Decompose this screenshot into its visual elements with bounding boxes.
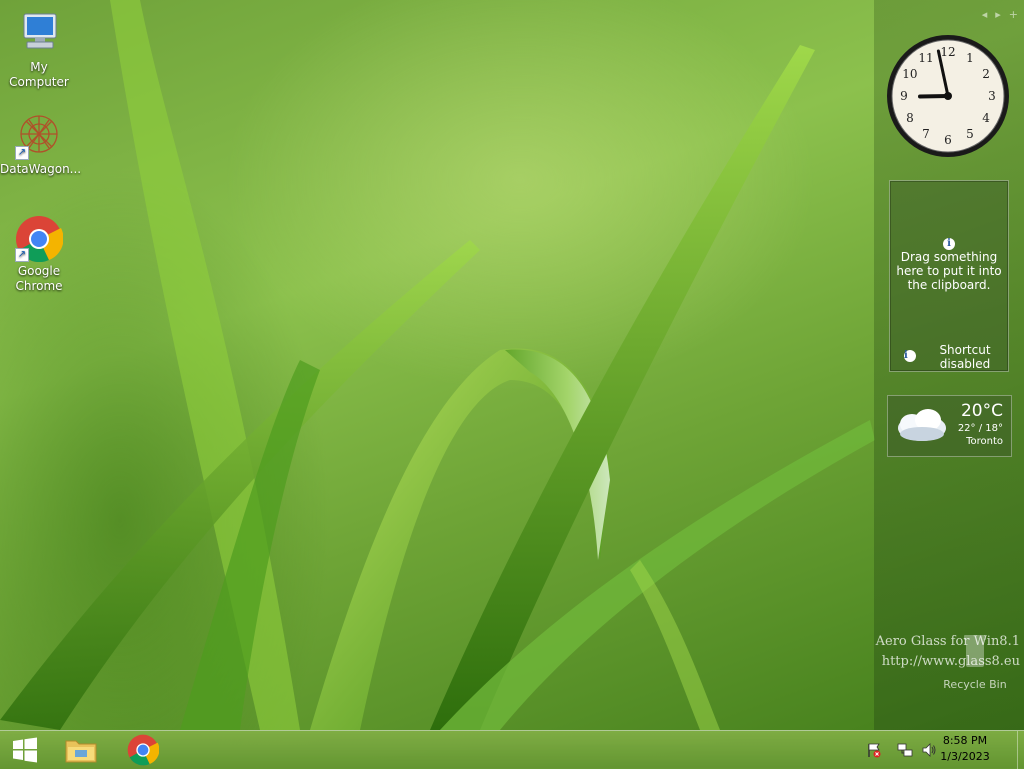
desktop-icon-label: Google Chrome: [15, 264, 63, 293]
clock-numeral: 12: [940, 45, 955, 59]
desktop-icon-datawagon[interactable]: ↗ DataWagon...: [0, 112, 82, 177]
taskbar-date: 1/3/2023: [940, 750, 990, 763]
clock-numeral: 9: [900, 89, 908, 103]
taskbar-time: 8:58 PM: [942, 734, 988, 747]
chrome-icon: ↗: [15, 214, 64, 263]
network-icon[interactable]: [897, 742, 913, 758]
start-button[interactable]: [0, 731, 50, 769]
desktop-icon-recycle-bin[interactable]: Recycle Bin: [940, 633, 1010, 691]
next-page-icon[interactable]: ▸: [995, 8, 1001, 21]
clock-numeral: 10: [902, 67, 917, 81]
clock-numeral: 1: [966, 51, 974, 65]
desktop-icon-label: My Computer: [9, 60, 69, 89]
weather-city: Toronto: [966, 436, 1003, 447]
cloudy-weather-icon: [898, 409, 946, 441]
chrome-icon: [127, 734, 159, 766]
shortcut-status: Shortcut disabled: [939, 343, 991, 371]
computer-icon: [15, 10, 63, 58]
sidebar-controls: ◂ ▸ +: [974, 8, 1018, 21]
prev-page-icon[interactable]: ◂: [982, 8, 988, 21]
clock-numeral: 6: [944, 133, 952, 147]
taskbar-google-chrome[interactable]: [118, 731, 168, 769]
clock-numeral: 2: [982, 67, 990, 81]
clock-gadget[interactable]: 1234567891011 12: [886, 34, 1010, 158]
clock-numeral: 11: [918, 51, 933, 65]
info-icon: i: [943, 238, 955, 250]
desktop-icon-google-chrome[interactable]: ↗ Google Chrome: [0, 214, 78, 294]
taskbar: 8:58 PM 1/3/2023: [0, 730, 1024, 769]
desktop-wallpaper: [0, 0, 875, 730]
show-desktop-button[interactable]: [1017, 731, 1024, 769]
taskbar-file-explorer[interactable]: [56, 731, 106, 769]
clock-hour-hand: [918, 94, 950, 99]
recycle-bin-label: Recycle Bin: [943, 678, 1007, 691]
windows-logo-icon: [13, 737, 37, 763]
shortcut-arrow-icon: ↗: [15, 146, 29, 160]
clock-numeral: 3: [988, 89, 996, 103]
weather-range: 22° / 18°: [957, 423, 1003, 434]
folder-icon: [65, 740, 97, 763]
recycle-bin-icon: [964, 635, 986, 667]
shortcut-arrow-icon: ↗: [15, 248, 29, 262]
clipboard-message: Drag something here to put it into the c…: [896, 250, 1002, 292]
clock-numeral: 7: [922, 127, 930, 141]
clock-numeral: 8: [906, 111, 914, 125]
weather-temperature: 20°C: [960, 401, 1003, 421]
weather-gadget[interactable]: 20°C 22° / 18° Toronto: [887, 395, 1012, 457]
info-icon: i: [904, 350, 916, 362]
action-center-flag-icon[interactable]: [866, 742, 882, 758]
datawagon-icon: ↗: [15, 112, 63, 160]
clipboard-gadget[interactable]: i Drag something here to put it into the…: [889, 180, 1009, 372]
clock-numeral: 4: [982, 111, 990, 125]
taskbar-clock[interactable]: 8:58 PM 1/3/2023: [930, 733, 1000, 765]
desktop-icon-label: DataWagon...: [0, 162, 82, 176]
clock-numeral: 5: [966, 127, 974, 141]
desktop-icon-my-computer[interactable]: My Computer: [0, 10, 78, 90]
add-gadget-icon[interactable]: +: [1009, 8, 1018, 21]
